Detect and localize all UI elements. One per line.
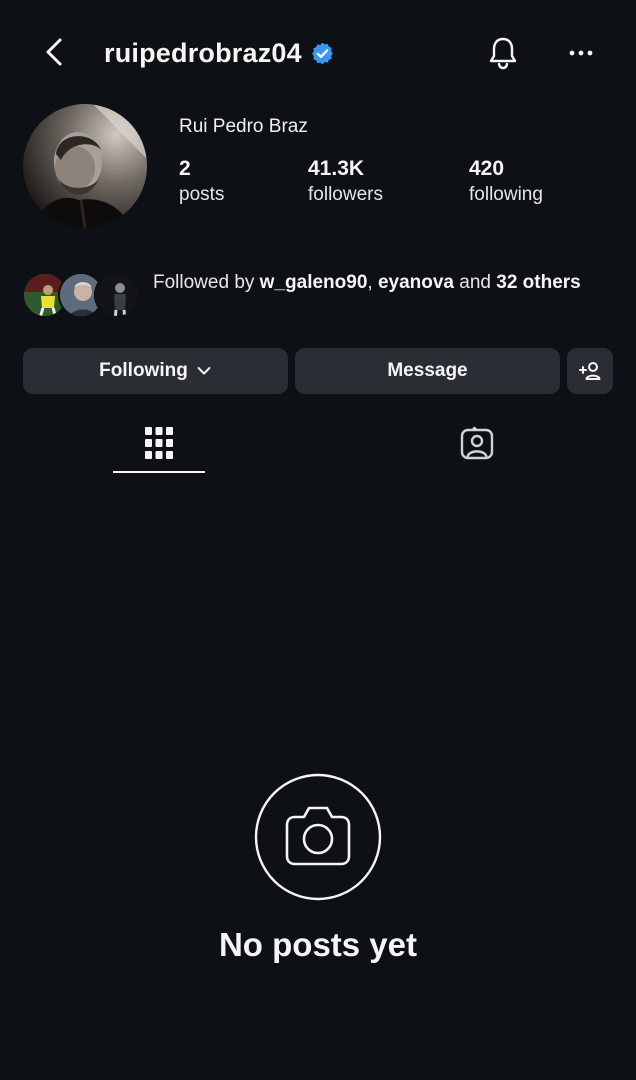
- active-tab-indicator: [113, 471, 205, 473]
- grid-icon: [145, 427, 173, 459]
- followed-by-and: and: [454, 272, 497, 293]
- camera-icon: [254, 773, 382, 901]
- profile-avatar[interactable]: [23, 104, 147, 228]
- empty-state-title: No posts yet: [218, 926, 418, 963]
- display-name: Rui Pedro Braz: [179, 116, 308, 137]
- mutual-user-2[interactable]: eyanova: [378, 272, 454, 293]
- message-button-label: Message: [387, 360, 468, 381]
- tab-tagged[interactable]: [431, 412, 523, 474]
- following-button[interactable]: Following: [23, 348, 288, 394]
- following-stat[interactable]: 420 following: [469, 156, 543, 208]
- verified-badge-icon: [311, 42, 333, 64]
- posts-label: posts: [179, 184, 225, 205]
- username: ruipedrobraz04: [104, 37, 302, 68]
- tagged-person-icon: [460, 426, 494, 460]
- mutual-followers-avatars[interactable]: [22, 272, 140, 320]
- back-icon[interactable]: [36, 34, 72, 70]
- followers-stat[interactable]: 41.3K followers: [308, 156, 383, 208]
- following-label: following: [469, 184, 543, 205]
- profile-username-header: ruipedrobraz04: [104, 36, 335, 70]
- followed-by-text[interactable]: Followed by w_galeno90, eyanova and 32 o…: [153, 270, 583, 296]
- message-button[interactable]: Message: [295, 348, 560, 394]
- posts-stat[interactable]: 2 posts: [179, 156, 224, 208]
- following-button-label: Following: [99, 360, 188, 381]
- suggested-people-button[interactable]: [567, 348, 613, 394]
- mutual-avatar: [94, 272, 140, 318]
- followers-label: followers: [308, 184, 383, 205]
- following-count: 420: [469, 157, 505, 180]
- followers-count: 41.3K: [308, 157, 365, 180]
- more-options-icon[interactable]: [565, 38, 597, 68]
- mutual-others-count[interactable]: 32 others: [496, 272, 580, 293]
- followed-by-prefix: Followed by: [153, 272, 260, 293]
- add-person-icon: [579, 362, 601, 380]
- tab-posts-grid[interactable]: [113, 412, 205, 474]
- chevron-down-icon: [197, 367, 211, 375]
- posts-count: 2: [179, 157, 191, 180]
- notifications-bell-icon[interactable]: [484, 34, 522, 72]
- mutual-user-1[interactable]: w_galeno90: [260, 272, 368, 293]
- avatar-photo: [23, 104, 147, 228]
- followed-by-separator: ,: [367, 272, 378, 293]
